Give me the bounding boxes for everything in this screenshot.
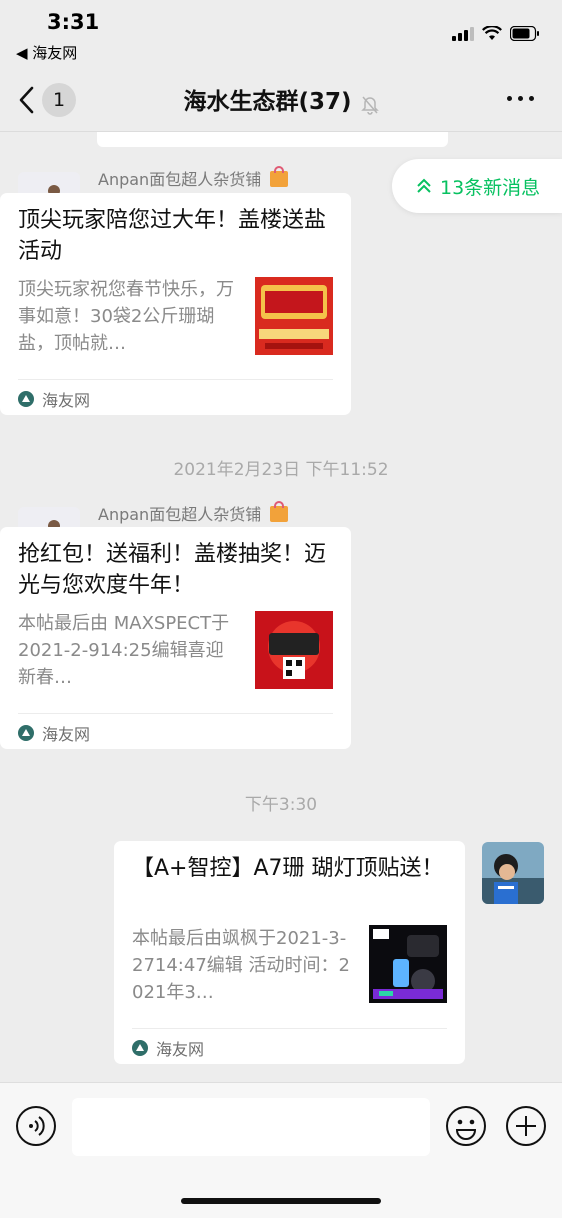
card-thumbnail xyxy=(255,611,333,689)
card-description: 本帖最后由飒枫于2021-3-2714:47编辑 活动时间：2021年3… xyxy=(132,928,350,1003)
timestamp: 2021年2月23日 下午11:52 xyxy=(173,460,389,480)
double-chevron-up-icon xyxy=(417,178,431,193)
timestamp: 下午3:30 xyxy=(244,795,318,815)
previous-message-bubble[interactable] xyxy=(97,132,448,147)
emoji-icon[interactable] xyxy=(445,1105,487,1147)
shopping-bag-icon xyxy=(270,166,289,187)
site-logo-icon xyxy=(132,1040,148,1056)
chat-title-wrap: 海水生态群(37) xyxy=(0,82,562,116)
link-card[interactable]: 顶尖玩家陪您过大年！盖楼送盐活动 顶尖玩家祝您春节快乐，万事如意！30袋2公斤珊… xyxy=(0,193,351,415)
new-messages-button[interactable]: 13条新消息 xyxy=(392,159,562,213)
status-icons xyxy=(452,26,540,41)
sender-name: Anpan面包超人杂货铺 xyxy=(98,166,289,190)
card-divider xyxy=(18,713,333,714)
more-options-icon[interactable] xyxy=(507,96,534,101)
card-thumbnail xyxy=(369,925,447,1003)
card-source: 海友网 xyxy=(132,1036,204,1060)
status-bar: 3:31 ◀ 海友网 xyxy=(0,0,562,64)
status-time: 3:31 xyxy=(47,10,100,34)
chat-title: 海水生态群(37) xyxy=(183,89,352,115)
card-divider xyxy=(18,379,333,380)
sender-name: Anpan面包超人杂货铺 xyxy=(98,501,289,525)
wifi-icon xyxy=(482,26,502,40)
mute-bell-icon xyxy=(360,96,379,115)
avatar-photo xyxy=(482,842,544,904)
shopping-bag-icon xyxy=(270,501,289,522)
status-back-app-link[interactable]: ◀ 海友网 xyxy=(16,42,77,63)
card-divider xyxy=(132,1028,447,1029)
my-avatar[interactable] xyxy=(482,842,544,904)
plus-icon[interactable] xyxy=(505,1105,547,1147)
voice-icon[interactable] xyxy=(15,1105,57,1147)
signal-icon xyxy=(452,26,474,41)
chat-area[interactable]: Anpan面包超人杂货铺 顶尖玩家陪您过大年！盖楼送盐活动 顶尖玩家祝您春节快乐… xyxy=(0,132,562,1082)
card-description: 顶尖玩家祝您春节快乐，万事如意！30袋2公斤珊瑚盐，顶帖就… xyxy=(18,279,234,354)
card-source: 海友网 xyxy=(18,721,90,745)
link-card[interactable]: 抢红包！送福利！盖楼抽奖！迈光与您欢度牛年！ 本帖最后由 MAXSPECT于20… xyxy=(0,527,351,749)
card-source: 海友网 xyxy=(18,387,90,411)
battery-icon xyxy=(510,26,539,41)
nav-bar: 1 海水生态群(37) xyxy=(0,64,562,132)
new-messages-label: 13条新消息 xyxy=(440,176,541,199)
site-logo-icon xyxy=(18,391,34,407)
card-title: 顶尖玩家陪您过大年！盖楼送盐活动 xyxy=(18,208,327,264)
card-description: 本帖最后由 MAXSPECT于2021-2-914:25编辑喜迎新春… xyxy=(18,613,230,688)
card-thumbnail xyxy=(255,277,333,355)
link-card[interactable]: 【A+智控】A7珊 瑚灯顶贴送！ 本帖最后由飒枫于2021-3-2714:47编… xyxy=(114,841,465,1064)
card-title: 抢红包！送福利！盖楼抽奖！迈光与您欢度牛年！ xyxy=(18,542,327,598)
card-title: 【A+智控】A7珊 瑚灯顶贴送！ xyxy=(132,856,444,881)
message-input[interactable] xyxy=(72,1098,430,1156)
home-indicator[interactable] xyxy=(181,1198,381,1204)
site-logo-icon xyxy=(18,725,34,741)
